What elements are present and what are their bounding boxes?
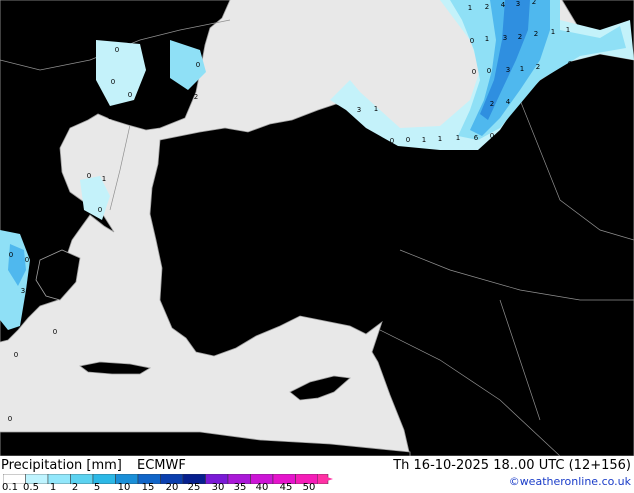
precip-value-label: 2: [194, 93, 198, 101]
scale-tick-label: 0.5: [23, 482, 39, 493]
legend-bar: Precipitation [mm] ECMWF Th 16-10-2025 1…: [0, 456, 634, 493]
precip-value-label: 0: [9, 251, 13, 259]
precip-value-label: 2: [39, 291, 43, 299]
precip-value-label: 0: [406, 136, 410, 144]
precip-value-label: 3: [357, 106, 361, 114]
precip-value-label: 1: [102, 175, 106, 183]
precip-value-label: 3: [516, 0, 520, 8]
scale-tick-label: 35: [233, 482, 247, 493]
precip-value-label: 0: [568, 60, 572, 68]
precip-value-label: 0: [390, 137, 394, 145]
precip-value-label: 1: [438, 135, 442, 143]
precip-value-label: 3: [21, 287, 25, 295]
precip-value-label: 0: [490, 132, 494, 140]
scale-tick-label: 2: [71, 482, 79, 493]
precip-value-label: 2: [518, 33, 522, 41]
precip-value-label: 0: [472, 68, 476, 76]
legend-title: Precipitation [mm]: [1, 458, 122, 473]
credit-link[interactable]: ©weatheronline.co.uk: [509, 475, 631, 488]
scale-tick-label: 15: [141, 482, 155, 493]
precip-value-label: 1: [520, 65, 524, 73]
scale-tick-label: 5: [93, 482, 101, 493]
precip-value-label: 4: [501, 1, 506, 9]
precip-value-label: 0: [392, 170, 396, 178]
precip-value-label: 0: [115, 46, 119, 54]
precip-value-label: 1: [468, 4, 472, 12]
precip-value-label: 1: [422, 136, 426, 144]
precip-value-label: 0: [358, 139, 362, 147]
scale-tick-label: 50: [302, 482, 316, 493]
scale-tick-label: 45: [279, 482, 293, 493]
precip-value-label: 0: [128, 91, 132, 99]
precip-value-label: 0: [14, 351, 18, 359]
precip-value-label: 2: [534, 30, 538, 38]
scale-tick-label: 0.1: [2, 482, 18, 493]
precip-value-label: 3: [503, 34, 507, 42]
precipitation-map: 1 2 4 3 2 0 1 3 2 2 1 1 0 0 3 1 2 0 2 4 6 3 1 0 0 0 0 1 1 1 0 0 0 0 0 1 0 2 0 1…: [0, 0, 634, 456]
precip-value-label: 4: [506, 98, 511, 106]
scale-tick-label: 30: [211, 482, 225, 493]
precip-value-label: 1: [163, 56, 167, 64]
precip-value-label: 2: [532, 0, 536, 6]
precip-value-label: 0: [87, 172, 91, 180]
precip-value-label: 0: [25, 256, 29, 264]
precip-value-label: 0: [111, 78, 115, 86]
scale-tick-label: 20: [165, 482, 179, 493]
precip-value-label: 0: [407, 169, 411, 177]
precip-value-label: 1: [374, 105, 378, 113]
precip-value-label: 1: [108, 113, 112, 121]
precip-value-label: 1: [551, 28, 555, 36]
precip-value-label: 0: [196, 61, 200, 69]
precip-value-label: 1: [456, 134, 460, 142]
precip-value-label: 2: [490, 100, 494, 108]
scale-tick-label: 40: [255, 482, 269, 493]
scale-tick-label: 10: [117, 482, 131, 493]
precip-value-label: 0: [470, 37, 474, 45]
precip-value-label: 0: [374, 138, 378, 146]
precip-value-label: 0: [8, 415, 12, 423]
precip-value-label: 0: [53, 328, 57, 336]
precip-value-label: 2: [485, 3, 489, 11]
model-name: ECMWF: [137, 458, 186, 473]
scale-tick-label: 1: [49, 482, 57, 493]
precip-value-label: 1: [31, 223, 35, 231]
precip-value-label: 1: [566, 26, 570, 34]
precip-value-label: 1: [485, 35, 489, 43]
precip-value-label: 0: [487, 67, 491, 75]
precip-value-label: 6: [474, 134, 479, 142]
precip-value-label: 0: [98, 206, 102, 214]
precip-value-label: 2: [536, 63, 540, 71]
precip-value-label: 3: [506, 66, 510, 74]
run-time: Th 16-10-2025 18..00 UTC (12+156): [393, 458, 631, 473]
scale-tick-label: 25: [187, 482, 201, 493]
